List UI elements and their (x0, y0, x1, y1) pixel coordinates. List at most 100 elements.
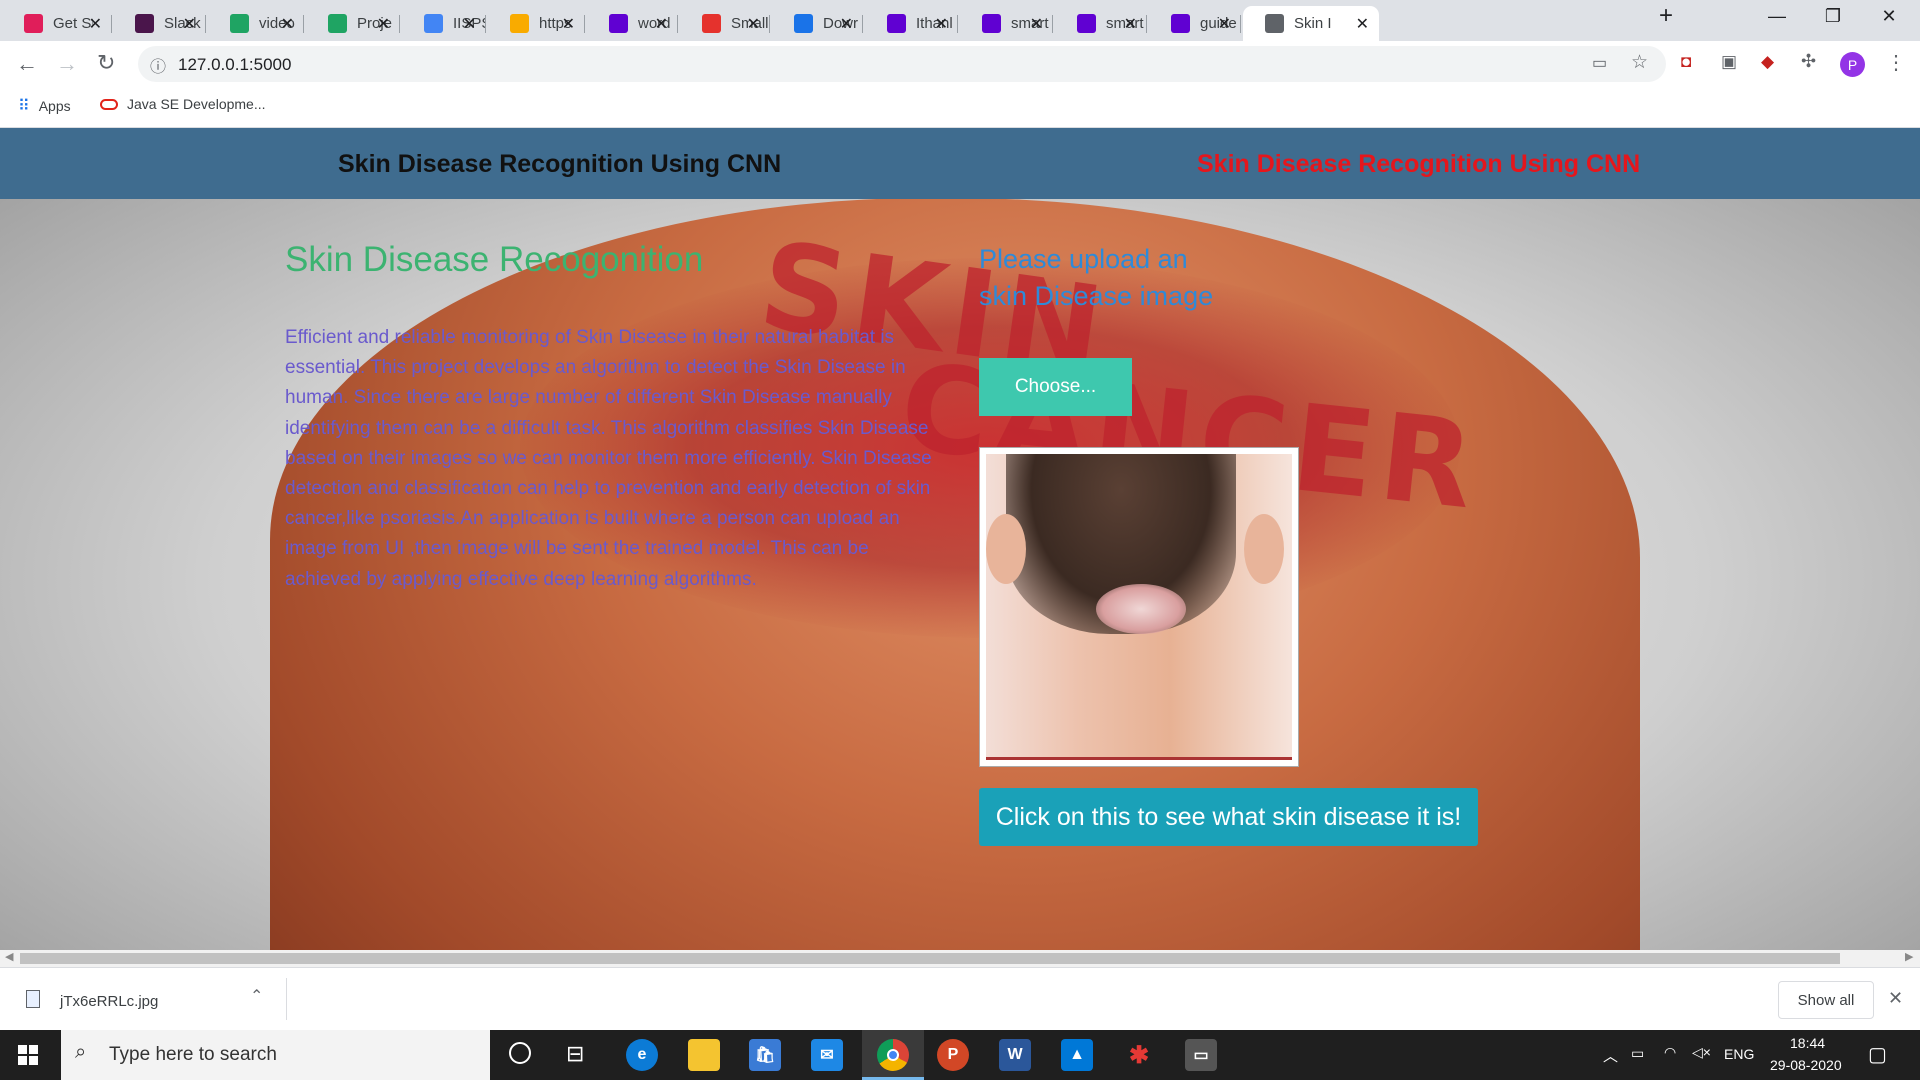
apps-grid-icon: ⠿ (18, 98, 30, 115)
shelf-divider (286, 978, 287, 1020)
back-arrow-icon[interactable]: ← (16, 51, 38, 77)
bookmark-apps-label: Apps (38, 98, 71, 114)
mail-icon[interactable]: ✉ (811, 1039, 843, 1071)
tab-separator (205, 15, 206, 33)
terminal-icon[interactable]: ▭ (1185, 1039, 1217, 1071)
cast-icon[interactable]: ▭ (1592, 53, 1607, 73)
browser-tab[interactable]: smart ✕ (960, 6, 1053, 41)
clock-date[interactable]: 29-08-2020 (1770, 1057, 1842, 1073)
address-bar[interactable]: ⓘ 127.0.0.1:5000 ▭ ☆ (138, 46, 1666, 82)
tab-close-icon[interactable]: ✕ (377, 14, 390, 34)
show-all-button[interactable]: Show all (1778, 981, 1874, 1019)
reload-icon[interactable]: ↻ (97, 50, 115, 76)
chrome-taskbar-active[interactable] (862, 1030, 924, 1080)
windows-start-icon[interactable] (18, 1045, 38, 1065)
tab-close-icon[interactable]: ✕ (747, 14, 760, 34)
tray-chevron-up-icon[interactable]: ︿ (1603, 1045, 1618, 1066)
tab-close-icon[interactable]: ✕ (935, 14, 948, 34)
bookmark-star-icon[interactable]: ☆ (1631, 51, 1648, 74)
browser-tab[interactable]: Small ✕ (680, 6, 770, 41)
tab-close-icon[interactable]: ✕ (562, 14, 575, 34)
browser-tab[interactable]: smart ✕ (1055, 6, 1147, 41)
tab-close-icon[interactable]: ✕ (89, 14, 102, 34)
browser-tab[interactable]: Slack ✕ (113, 6, 206, 41)
google-drive-icon (230, 14, 249, 33)
horizontal-scrollbar[interactable]: ◀ ▶ (0, 950, 1920, 967)
browser-tab[interactable]: guide ✕ (1149, 6, 1241, 41)
restore-button[interactable]: ❐ (1813, 6, 1853, 27)
powerpoint-icon[interactable]: P (937, 1039, 969, 1071)
photos-icon[interactable]: ▲ (1061, 1039, 1093, 1071)
web-page: SKIN CANCER Skin Disease Recognition Usi… (0, 128, 1920, 950)
file-explorer-icon[interactable] (688, 1039, 720, 1071)
store-icon[interactable]: 🛍 (749, 1039, 781, 1071)
notifications-icon[interactable]: ▢ (1868, 1042, 1887, 1067)
task-view-icon[interactable]: ⊟ (566, 1041, 584, 1067)
bookmark-java[interactable]: Java SE Developme... (100, 96, 266, 112)
shield-extension-icon[interactable]: ◆ (1761, 52, 1774, 72)
language-indicator[interactable]: ENG (1724, 1046, 1754, 1062)
close-shelf-icon[interactable]: ✕ (1888, 988, 1903, 1009)
scroll-right-arrow-icon[interactable]: ▶ (1905, 950, 1913, 963)
new-tab-button[interactable]: + (1646, 2, 1686, 30)
google-docs-icon (424, 14, 443, 33)
tab-separator (584, 15, 585, 33)
tab-close-icon[interactable]: ✕ (281, 14, 294, 34)
tab-close-icon[interactable]: ✕ (1356, 14, 1369, 34)
close-window-button[interactable]: ✕ (1869, 6, 1909, 27)
scrollbar-thumb[interactable] (20, 953, 1840, 964)
tab-close-icon[interactable]: ✕ (463, 14, 476, 34)
browser-tab[interactable]: Get St ✕ (2, 6, 112, 41)
navbar-brand[interactable]: Skin Disease Recognition Using CNN (338, 150, 781, 179)
edge-icon[interactable]: e (626, 1039, 658, 1071)
yahoo-icon (1171, 14, 1190, 33)
browser-tab[interactable]: Dowr ✕ (772, 6, 863, 41)
yahoo-icon (982, 14, 1001, 33)
battery-icon[interactable]: ▭ (1631, 1045, 1644, 1062)
download-icon (794, 14, 813, 33)
bookmark-apps[interactable]: ⠿ Apps (18, 96, 71, 116)
word-icon[interactable]: W (999, 1039, 1031, 1071)
tab-close-icon[interactable]: ✕ (1124, 14, 1137, 34)
image-bottom-border (986, 757, 1292, 760)
navbar-brand-right[interactable]: Skin Disease Recognition Using CNN (1197, 150, 1640, 179)
tab-close-icon[interactable]: ✕ (1030, 14, 1043, 34)
scroll-left-arrow-icon[interactable]: ◀ (5, 950, 13, 963)
oracle-icon (100, 98, 118, 110)
forward-arrow-icon[interactable]: → (56, 51, 78, 77)
file-icon (26, 990, 40, 1008)
browser-tab[interactable]: IISPS✕ (402, 6, 486, 41)
predict-button[interactable]: Click on this to see what skin disease i… (979, 788, 1478, 846)
taskbar-search-box[interactable]: ⌕ Type here to search (61, 1030, 490, 1080)
chevron-up-icon[interactable]: ⌃ (250, 986, 263, 1006)
bookmark-java-label: Java SE Developme... (127, 96, 266, 112)
google-drive-icon (328, 14, 347, 33)
browser-toolbar: ← → ↻ ⓘ 127.0.0.1:5000 ▭ ☆ ◘ ▣ ◆ ✣ P ⋮ (0, 41, 1920, 88)
tab-separator (862, 15, 863, 33)
tab-title: Get St (53, 15, 93, 32)
minimize-button[interactable]: — (1757, 6, 1797, 27)
browser-tab[interactable]: Skin I ✕ (1243, 6, 1379, 41)
browser-tab[interactable]: Ithanl ✕ (865, 6, 958, 41)
tab-close-icon[interactable]: ✕ (655, 14, 668, 34)
choose-file-button[interactable]: Choose... (979, 358, 1132, 416)
tab-close-icon[interactable]: ✕ (840, 14, 853, 34)
tab-close-icon[interactable]: ✕ (183, 14, 196, 34)
profile-avatar[interactable]: P (1840, 52, 1865, 77)
wifi-icon[interactable]: ◠ (1664, 1044, 1676, 1061)
extensions-puzzle-icon[interactable]: ✣ (1801, 51, 1816, 72)
download-filename[interactable]: jTx6eRRLc.jpg (60, 993, 158, 1010)
browser-tab[interactable]: Proje ✕ (306, 6, 400, 41)
cortana-icon[interactable] (509, 1042, 531, 1064)
tab-close-icon[interactable]: ✕ (1218, 14, 1231, 34)
menu-kebab-icon[interactable]: ⋮ (1886, 50, 1906, 75)
volume-muted-icon[interactable]: ◁× (1692, 1044, 1711, 1061)
browser-tab[interactable]: video ✕ (208, 6, 304, 41)
info-icon[interactable]: ⓘ (150, 53, 166, 77)
browser-tab[interactable]: https ✕ (488, 6, 585, 41)
screenshot-extension-icon[interactable]: ▣ (1721, 52, 1737, 72)
browser-tab[interactable]: word ✕ (587, 6, 678, 41)
clock-time[interactable]: 18:44 (1790, 1035, 1825, 1051)
spider-app-icon[interactable]: ✱ (1123, 1039, 1155, 1071)
pocket-extension-icon[interactable]: ◘ (1681, 52, 1691, 72)
